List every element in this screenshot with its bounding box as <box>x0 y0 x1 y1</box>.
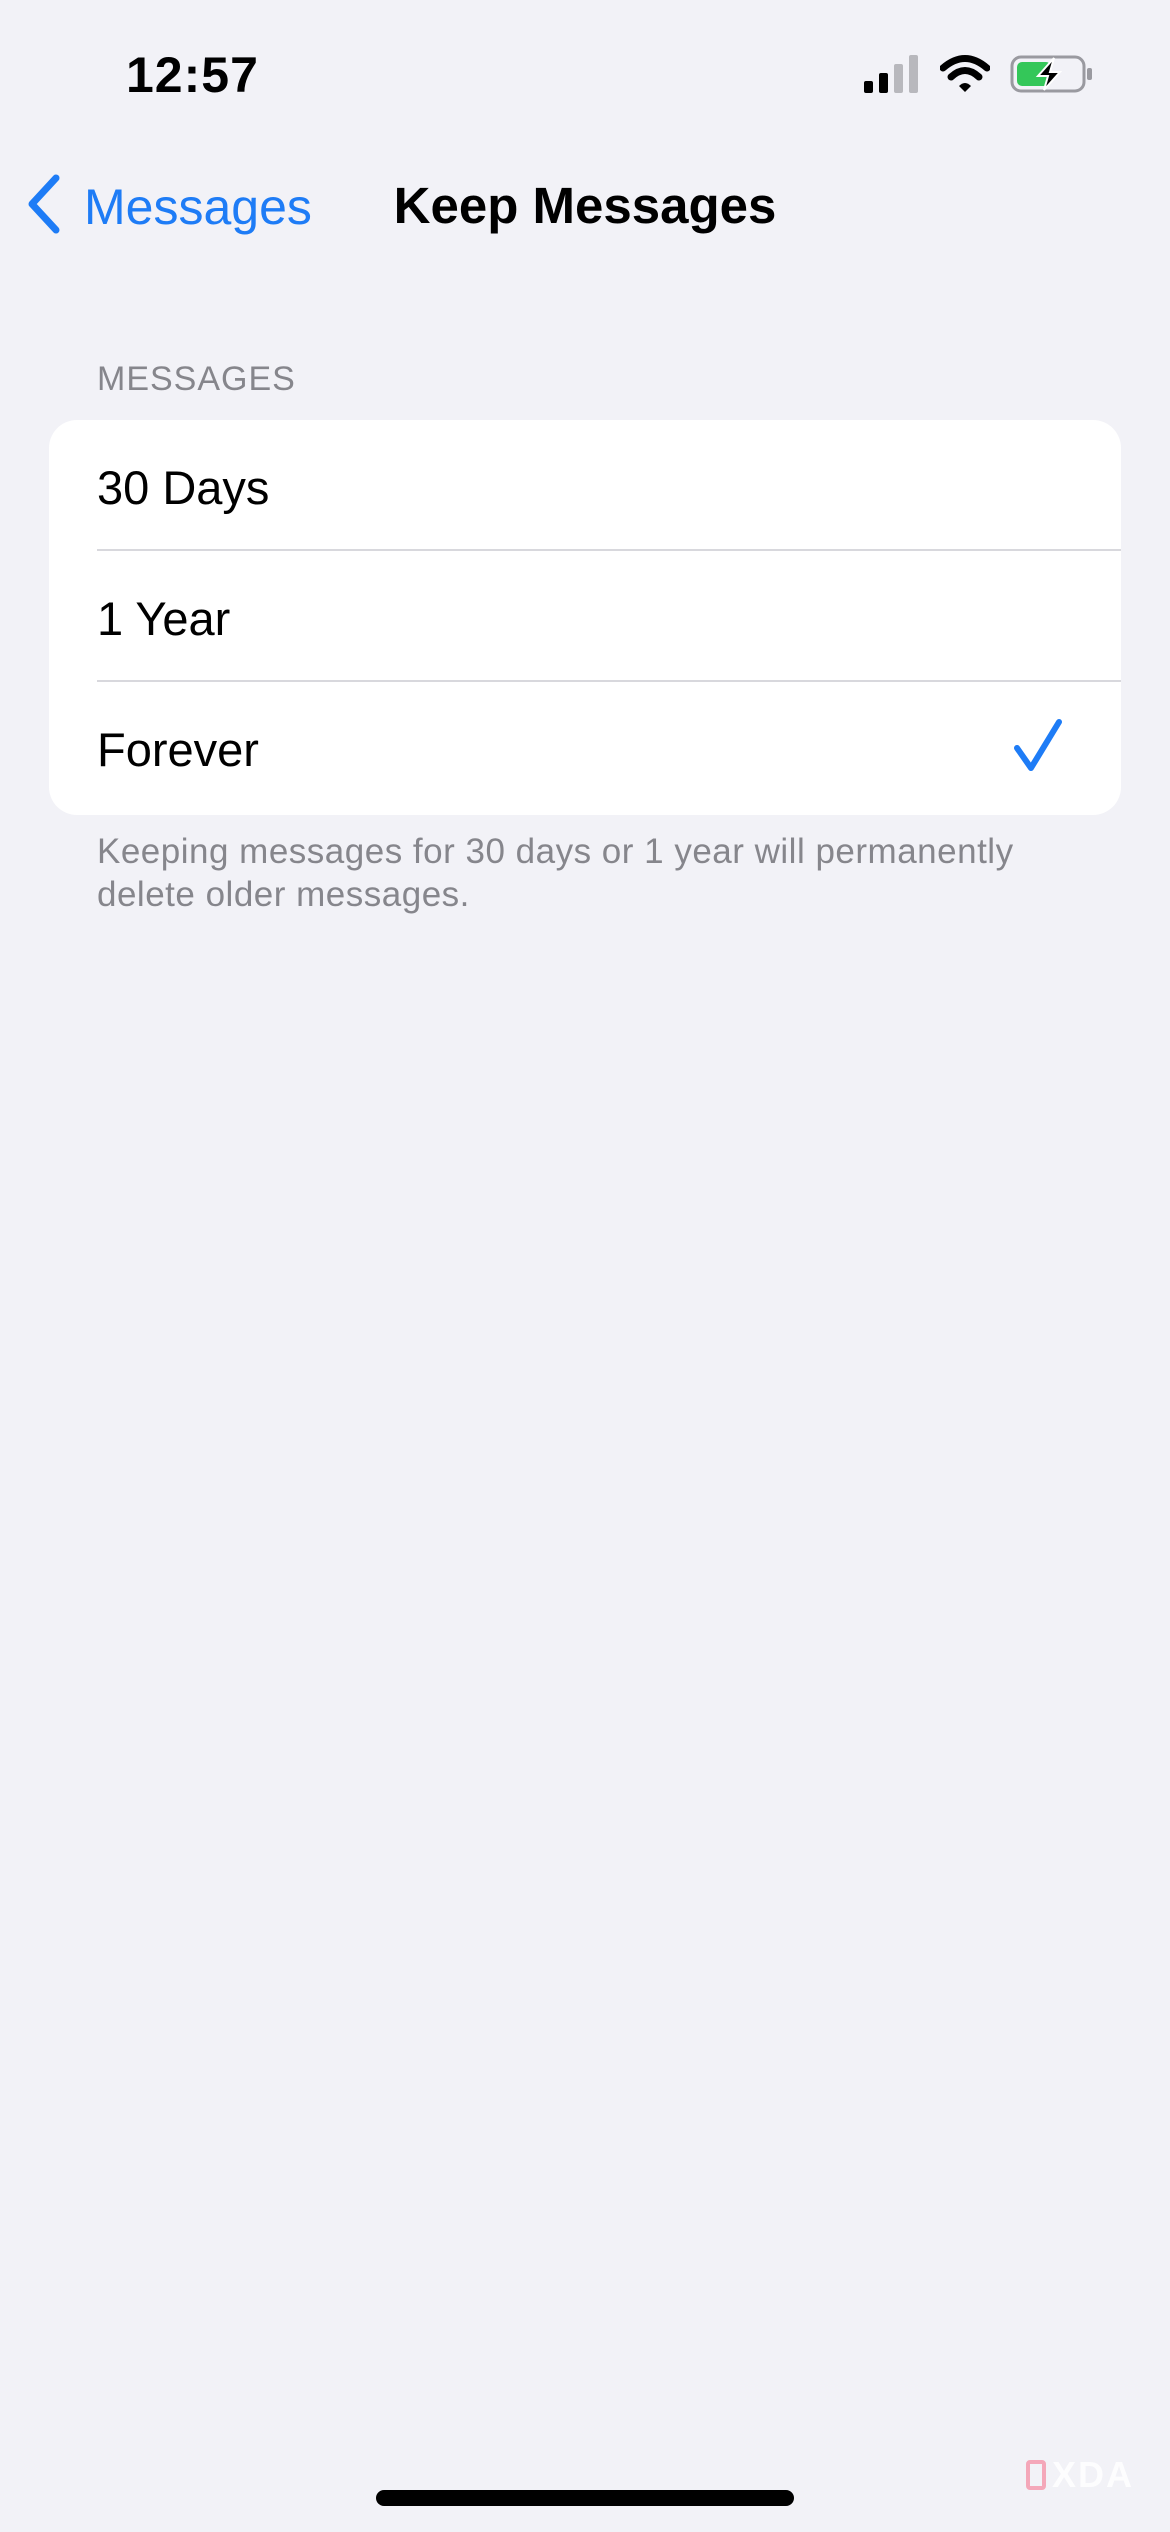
watermark-logo: XDA <box>1025 2454 1134 2496</box>
option-label: 1 Year <box>97 592 231 645</box>
xda-logo-icon <box>1025 2460 1046 2490</box>
wifi-icon <box>939 55 991 98</box>
option-label: Forever <box>97 723 259 776</box>
option-1-year[interactable]: 1 Year <box>49 551 1121 682</box>
home-indicator[interactable] <box>376 2490 794 2506</box>
status-bar: 12:57 <box>0 0 1170 150</box>
page-title: Keep Messages <box>393 177 777 234</box>
watermark-text: XDA <box>1051 2454 1134 2495</box>
option-30-days[interactable]: 30 Days <box>49 420 1121 551</box>
status-icons <box>864 54 1094 99</box>
status-time: 12:57 <box>126 47 259 103</box>
options-group: 30 Days 1 Year Forever <box>49 420 1121 815</box>
checkmark-icon <box>1013 718 1063 779</box>
option-label: 30 Days <box>97 461 270 514</box>
section-header: MESSAGES <box>97 360 296 398</box>
option-forever[interactable]: Forever <box>49 682 1121 813</box>
battery-charging-icon <box>1010 54 1094 99</box>
cellular-signal-icon <box>864 55 920 98</box>
navigation-bar: Messages Keep Messages <box>0 160 1170 256</box>
section-footer-note: Keeping messages for 30 days or 1 year w… <box>97 832 1014 914</box>
